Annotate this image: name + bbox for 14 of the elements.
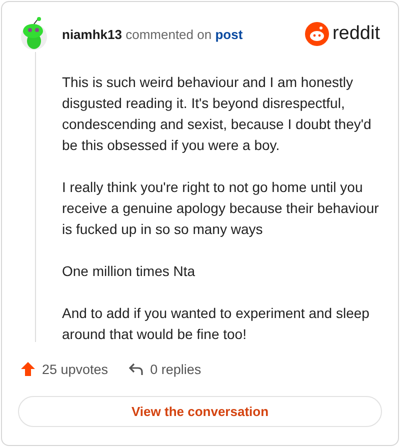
comment-paragraph: And to add if you wanted to experiment and sleep around that would be fine too! xyxy=(62,304,370,344)
comment-byline: niamhk13 commented on post xyxy=(62,26,244,42)
upvote-count: 25 upvotes xyxy=(42,362,108,376)
comment-paragraph: This is such weird behaviour and I am honestly disgusted reading it. It's beyond disrespectful, condescending and sexist, because I doubt they'd be this obsessed if you were a boy. xyxy=(62,73,372,155)
reddit-logo-icon xyxy=(305,22,330,46)
avatar-icon xyxy=(18,17,50,51)
comment-paragraph: I really think you're right to not go home until you receive a genuine apology because their behaviour is fucked up in so so many ways xyxy=(62,178,380,239)
reddit-wordmark: reddit xyxy=(332,23,380,45)
reply-count: 0 replies xyxy=(150,362,202,376)
post-link[interactable]: post xyxy=(215,26,243,42)
reply-arrow-icon xyxy=(128,362,144,376)
comment-paragraph: One million times Nta xyxy=(62,262,196,281)
view-conversation-button[interactable]: View the conversation xyxy=(18,396,382,427)
upvote-arrow-icon xyxy=(20,361,36,377)
